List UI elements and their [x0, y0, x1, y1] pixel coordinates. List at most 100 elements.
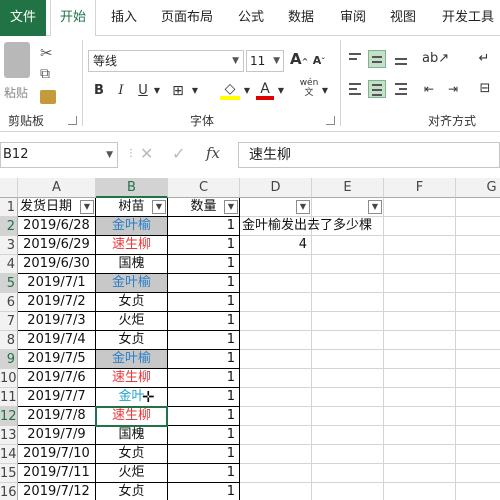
cell-empty[interactable]	[384, 331, 456, 350]
cell-empty[interactable]	[312, 293, 384, 312]
row-header[interactable]: 1	[0, 198, 18, 217]
cell-empty[interactable]	[384, 312, 456, 331]
cell-empty[interactable]	[312, 331, 384, 350]
resize-handle-icon[interactable]: ⋮	[126, 148, 136, 159]
align-center-icon[interactable]	[368, 80, 386, 98]
filter-dropdown-icon[interactable]: ▼	[296, 200, 310, 214]
cell-f1[interactable]	[384, 198, 456, 217]
header-cell-date[interactable]: 发货日期 ▼	[18, 198, 96, 217]
cell-empty[interactable]	[312, 464, 384, 483]
cell-empty[interactable]	[240, 464, 312, 483]
cell-empty[interactable]	[312, 407, 384, 426]
row-header[interactable]: 9	[0, 350, 18, 369]
cell-tree[interactable]: 女贞	[96, 293, 168, 312]
cell-empty[interactable]	[240, 331, 312, 350]
row-header[interactable]: 13	[0, 426, 18, 445]
cell-empty[interactable]	[240, 388, 312, 407]
tab-data[interactable]: 数据	[282, 0, 320, 36]
paste-label[interactable]: 粘贴	[4, 84, 28, 101]
cut-icon[interactable]: ✂	[40, 44, 53, 62]
cell-qty[interactable]: 1	[168, 388, 240, 407]
enter-icon[interactable]: ✓	[172, 144, 185, 163]
row-header[interactable]: 3	[0, 236, 18, 255]
cell-tree[interactable]: 国槐	[96, 426, 168, 445]
cell-empty[interactable]	[456, 388, 500, 407]
cell-date[interactable]: 2019/7/2	[18, 293, 96, 312]
cell-date[interactable]: 2019/7/8	[18, 407, 96, 426]
cell-qty[interactable]: 1	[168, 236, 240, 255]
phonetic-guide-icon[interactable]: wén 文	[298, 78, 320, 98]
cell-empty[interactable]	[240, 426, 312, 445]
name-box[interactable]: B12 ▼	[0, 142, 118, 168]
cell-empty[interactable]	[384, 407, 456, 426]
cell-qty[interactable]: 1	[168, 350, 240, 369]
italic-icon[interactable]: I	[114, 82, 128, 102]
cell-empty[interactable]	[456, 369, 500, 388]
cell-tree[interactable]: 女贞	[96, 483, 168, 500]
cell-empty[interactable]	[240, 312, 312, 331]
cell-tree[interactable]: 火炬	[96, 312, 168, 331]
cell-d1[interactable]: ▼	[240, 198, 312, 217]
filter-dropdown-icon[interactable]: ▼	[152, 200, 166, 214]
tab-home[interactable]: 开始	[50, 0, 96, 37]
insert-function-icon[interactable]: fx	[206, 144, 220, 162]
chevron-down-icon[interactable]: ▼	[320, 82, 330, 102]
font-launcher-icon[interactable]	[326, 116, 335, 125]
cell-tree[interactable]: 火炬	[96, 464, 168, 483]
row-header[interactable]: 6	[0, 293, 18, 312]
cell-tree[interactable]: 金叶榆	[96, 274, 168, 293]
cell-empty[interactable]	[384, 369, 456, 388]
orientation-icon[interactable]: ab↗	[422, 50, 449, 70]
header-cell-qty[interactable]: 数量 ▼	[168, 198, 240, 217]
cell-qty[interactable]: 1	[168, 312, 240, 331]
filter-dropdown-icon[interactable]: ▼	[224, 200, 238, 214]
cell-tree[interactable]: 金叶	[96, 388, 168, 407]
cell-empty[interactable]	[312, 255, 384, 274]
row-header[interactable]: 5	[0, 274, 18, 293]
underline-icon[interactable]: U	[136, 82, 150, 102]
row-header[interactable]: 15	[0, 464, 18, 483]
font-name-select[interactable]: 等线 ▼	[88, 50, 244, 72]
cell-qty[interactable]: 1	[168, 255, 240, 274]
cell-qty[interactable]: 1	[168, 331, 240, 350]
cell-empty[interactable]	[312, 388, 384, 407]
cell-empty[interactable]	[384, 464, 456, 483]
cell-empty[interactable]	[240, 445, 312, 464]
tab-view[interactable]: 视图	[384, 0, 422, 36]
cell-d2[interactable]: 金叶榆发出去了多少棵	[240, 217, 384, 236]
cell-empty[interactable]	[384, 445, 456, 464]
row-header[interactable]: 10	[0, 369, 18, 388]
cell-e1[interactable]: ▼	[312, 198, 384, 217]
paste-icon[interactable]	[4, 42, 30, 78]
copy-icon[interactable]: ⧉	[40, 66, 50, 82]
row-header[interactable]: 4	[0, 255, 18, 274]
tab-insert[interactable]: 插入	[104, 0, 144, 36]
cell-tree[interactable]: 国槐	[96, 255, 168, 274]
middle-align-icon[interactable]	[368, 50, 386, 68]
align-left-icon[interactable]	[346, 80, 364, 98]
align-right-icon[interactable]	[392, 80, 410, 98]
grow-font-icon[interactable]: A^	[290, 50, 308, 70]
cell-date[interactable]: 2019/6/28	[18, 217, 96, 236]
top-align-icon[interactable]	[346, 50, 364, 68]
row-header[interactable]: 16	[0, 483, 18, 500]
cell-empty[interactable]	[312, 426, 384, 445]
row-header[interactable]: 8	[0, 331, 18, 350]
cell-tree[interactable]: 女贞	[96, 445, 168, 464]
chevron-down-icon[interactable]: ▼	[152, 82, 162, 102]
column-header-b[interactable]: B	[96, 178, 168, 198]
tab-review[interactable]: 审阅	[334, 0, 372, 36]
cell-empty[interactable]	[456, 331, 500, 350]
fill-color-icon[interactable]: ◇	[220, 80, 240, 100]
cell-date[interactable]: 2019/7/7	[18, 388, 96, 407]
tab-formulas[interactable]: 公式	[232, 0, 270, 36]
merge-center-icon[interactable]: ⊟	[474, 80, 496, 100]
cell-empty[interactable]	[456, 312, 500, 331]
decrease-indent-icon[interactable]: ⇤	[420, 80, 438, 100]
cell-tree[interactable]: 速生柳	[96, 369, 168, 388]
cell-empty[interactable]	[240, 274, 312, 293]
row-header[interactable]: 14	[0, 445, 18, 464]
cell-empty[interactable]	[312, 236, 384, 255]
formula-input[interactable]: 速生柳	[238, 142, 500, 168]
cancel-icon[interactable]: ✕	[140, 144, 153, 163]
